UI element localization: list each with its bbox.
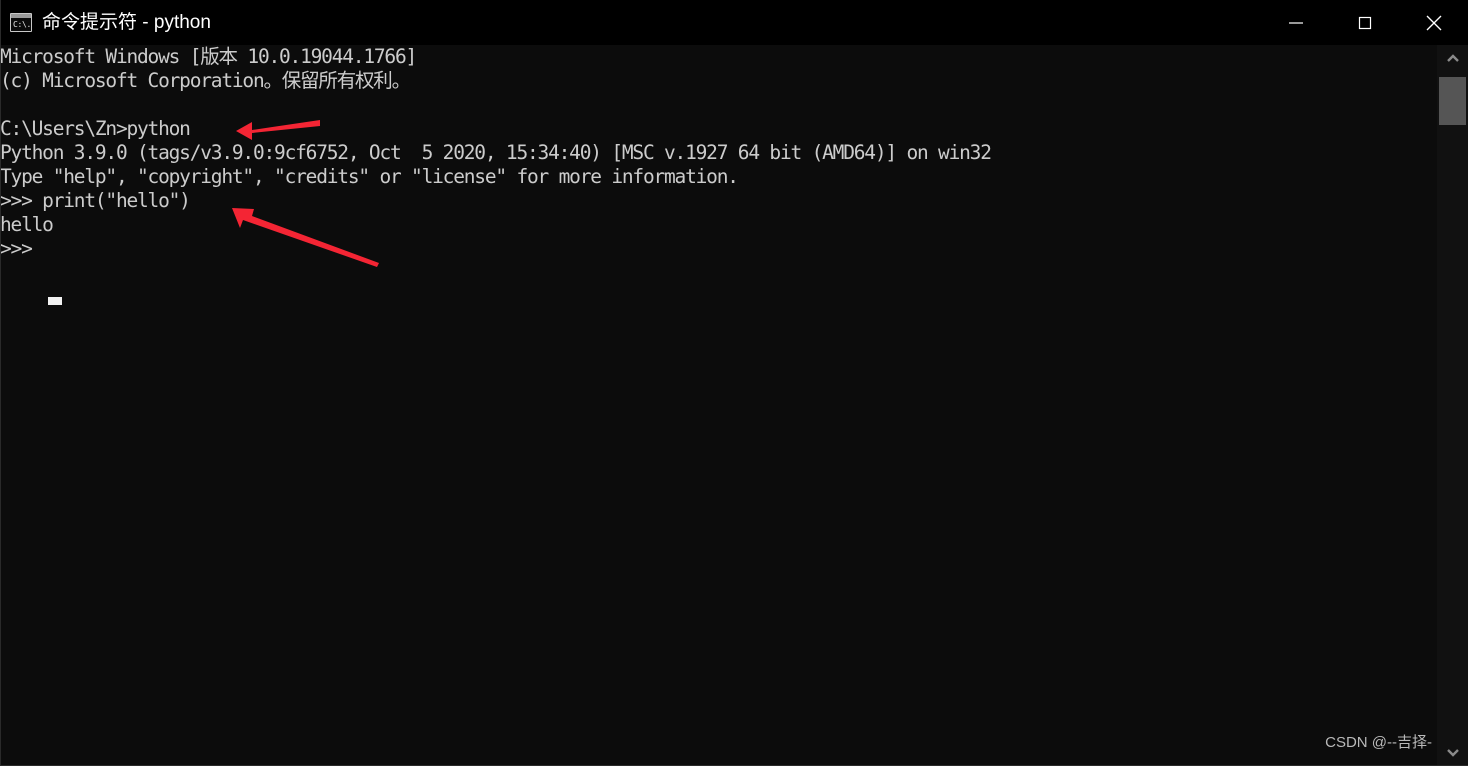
window-controls <box>1261 0 1468 45</box>
console-output-area[interactable]: Microsoft Windows [版本 10.0.19044.1766] (… <box>0 45 1437 766</box>
console-text: Microsoft Windows [版本 10.0.19044.1766] (… <box>0 45 992 260</box>
scrollbar-up-button[interactable] <box>1437 45 1468 73</box>
cmd-prompt-icon: C:\. <box>10 13 32 32</box>
maximize-button[interactable] <box>1330 0 1399 45</box>
cmd-icon-prompt-text: C:\. <box>13 20 31 29</box>
block-cursor <box>48 297 62 305</box>
minimize-icon <box>1288 21 1303 24</box>
title-bar-left: C:\. 命令提示符 - python <box>10 0 211 45</box>
close-icon <box>1426 15 1441 30</box>
close-button[interactable] <box>1399 0 1468 45</box>
chevron-down-icon <box>1446 749 1459 757</box>
chevron-up-icon <box>1446 54 1459 62</box>
command-prompt-window: C:\. 命令提示符 - python Microsoft Windows [版… <box>0 0 1468 766</box>
window-title: 命令提示符 - python <box>42 12 211 33</box>
minimize-button[interactable] <box>1261 0 1330 45</box>
scrollbar-thumb[interactable] <box>1439 77 1466 125</box>
maximize-icon <box>1358 16 1371 29</box>
vertical-scrollbar[interactable] <box>1437 45 1468 766</box>
title-bar[interactable]: C:\. 命令提示符 - python <box>0 0 1468 45</box>
scrollbar-down-button[interactable] <box>1437 738 1468 766</box>
csdn-watermark: CSDN @--吉择- <box>1325 734 1432 751</box>
